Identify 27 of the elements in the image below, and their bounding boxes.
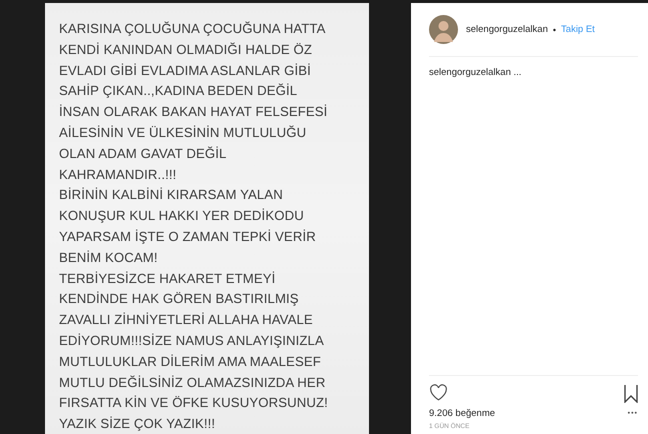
separator: • (552, 24, 556, 34)
username[interactable]: selengorguzelalkan (466, 24, 548, 35)
post-text-line: KAHRAMANDIR..!!! (59, 166, 178, 184)
post-text-line: YAZIK SİZE ÇOK YAZIK!!! (59, 415, 216, 434)
post-text-line: SAHİP ÇIKAN..,KADINA BEDEN DEĞİL (59, 82, 298, 100)
post-text-line: AİLESİNİN VE ÜLKESİNİN MUTLULUĞU (59, 124, 308, 142)
post-text-line: ZAVALLI ZİHNİYETLERİ ALLAHA HAVALE (59, 311, 314, 330)
post-text-line: OLAN ADAM GAVAT DEĞİL (59, 144, 228, 163)
caption: selengorguzelalkan ... (429, 67, 522, 78)
post-text-line: KARISINA ÇOLUĞUNA ÇOCUĞUNA HATTA (59, 20, 327, 38)
post-text-line: MUTLU DEĞİLSİNİZ OLAMAZSINIZDA HER (59, 374, 326, 392)
avatar-icon[interactable] (429, 15, 458, 44)
like-count[interactable]: 9.206 beğenme (429, 408, 496, 419)
post-text-line: KONUŞUR KUL HAKKI YER DEDİKODU (59, 207, 305, 226)
post-text-line: BİRİNİN KALBİNİ KIRARSAM YALAN (59, 186, 284, 204)
post-text-line: EDİYORUM!!!SİZE NAMUS ANLAYIŞINIZLA (59, 332, 325, 350)
like-button[interactable] (429, 384, 448, 401)
post-text-line: EVLADI GİBİ EVLADIMA ASLANLAR GİBİ (59, 62, 312, 80)
post-text-line: KENDİ KANINDAN OLMADIĞI HALDE ÖZ (59, 40, 314, 59)
post-text-line: MUTLULUKLAR DİLERİM AMA MAALESEF (59, 352, 322, 371)
post-text-line: TERBİYESİZCE HAKARET ETMEYİ (59, 270, 276, 288)
post-text-line: İNSAN OLARAK BAKAN HAYAT FELSEFESİ (59, 103, 328, 122)
post-text-line: FIRSATTA KİN VE ÖFKE KUSUYORSUNUZ! (59, 394, 329, 412)
post-text-line: KENDİNDE HAK GÖREN BASTIRILMIŞ (59, 290, 300, 308)
post-text-line: BENİM KOCAM! (59, 248, 159, 267)
bookmark-button[interactable] (624, 384, 638, 403)
post-text-line: YAPARSAM İŞTE O ZAMAN TEPKİ VERİR (59, 228, 317, 246)
